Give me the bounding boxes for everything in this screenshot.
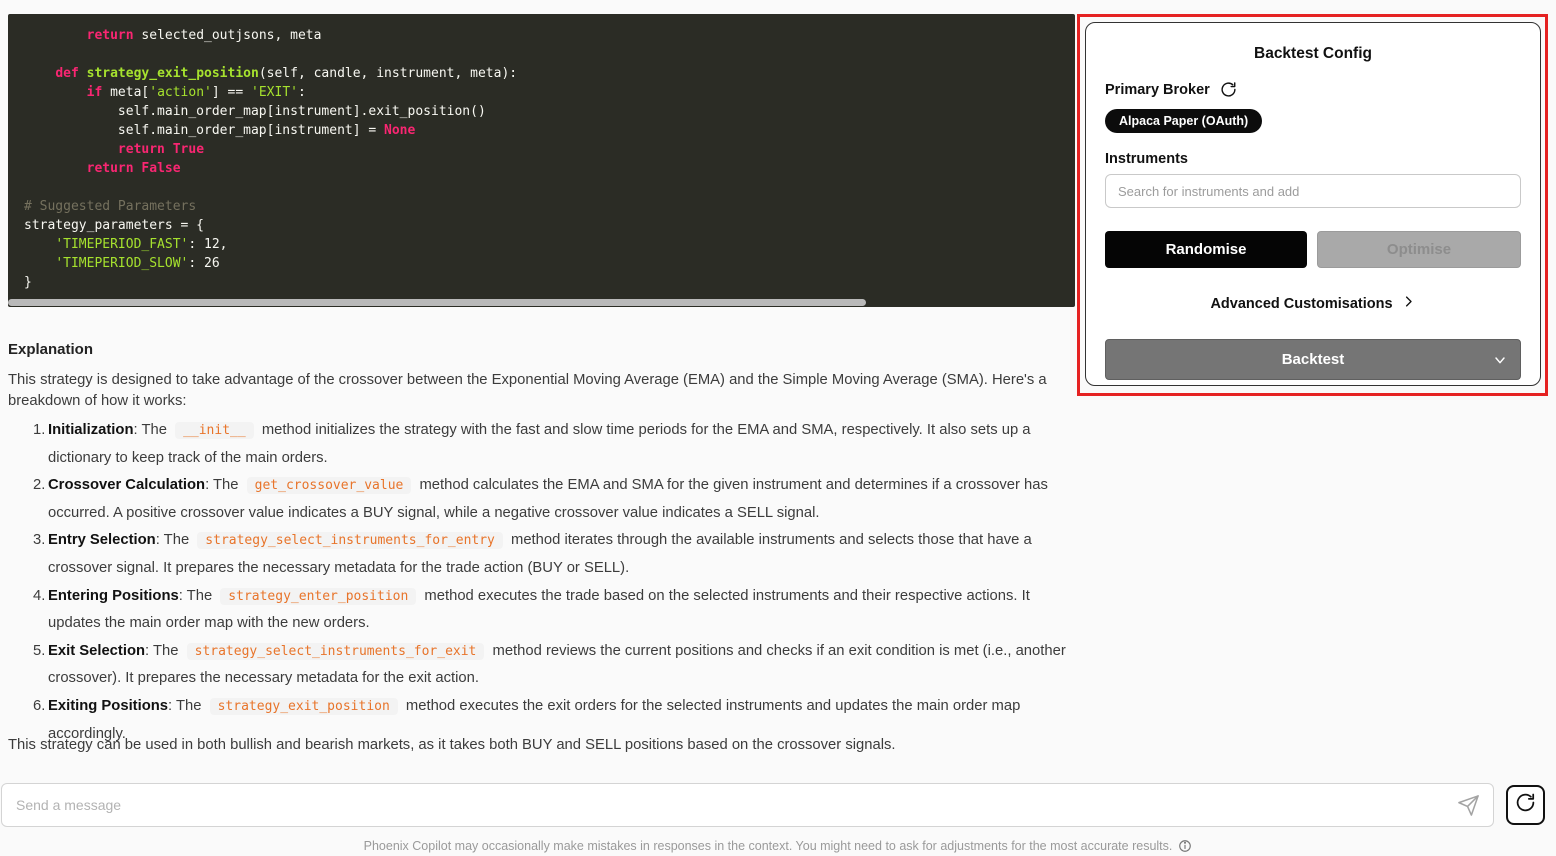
inline-code-chip: __init__ [175,422,254,439]
code-block: return selected_outjsons, meta def strat… [8,14,1075,307]
inline-code-chip: strategy_enter_position [220,588,416,605]
explanation-list-item: 2.Crossover Calculation: The get_crossov… [8,472,1066,527]
optimise-button[interactable]: Optimise [1317,231,1521,268]
explanation-list-item: 5.Exit Selection: The strategy_select_in… [8,638,1066,693]
list-item-term: Exiting Positions [48,698,168,714]
code-content: return selected_outjsons, meta def strat… [24,26,1075,292]
list-item-number: 2. [33,472,45,500]
inline-code-chip: get_crossover_value [247,477,412,494]
explanation-intro: This strategy is designed to take advant… [8,370,1066,411]
horizontal-scrollbar[interactable] [8,298,1075,307]
list-item-term: Crossover Calculation [48,477,205,493]
panel-title: Backtest Config [1105,45,1521,63]
list-item-term: Entry Selection [48,532,156,548]
instruments-label: Instruments [1105,151,1521,167]
randomise-button[interactable]: Randomise [1105,231,1307,268]
disclaimer-note: Phoenix Copilot may occasionally make mi… [0,839,1556,856]
list-item-number: 4. [33,583,45,611]
chevron-right-icon [1401,294,1416,314]
explanation-list: 1.Initialization: The __init__ method in… [8,417,1066,748]
list-item-number: 1. [33,417,45,445]
regenerate-button[interactable] [1506,785,1545,825]
explanation-list-item: 4.Entering Positions: The strategy_enter… [8,583,1066,638]
instruments-search-input[interactable] [1105,174,1521,208]
list-item-number: 5. [33,638,45,666]
scrollbar-thumb[interactable] [8,299,866,306]
refresh-icon[interactable] [1220,81,1237,98]
paper-plane-icon[interactable] [1457,794,1480,822]
primary-broker-label: Primary Broker [1105,82,1210,98]
inline-code-chip: strategy_select_instruments_for_entry [197,532,503,549]
disclaimer-text: Phoenix Copilot may occasionally make mi… [364,839,1173,853]
inline-code-chip: strategy_select_instruments_for_exit [187,643,485,660]
explanation-heading: Explanation [8,341,93,358]
refresh-icon [1515,792,1536,818]
advanced-customisations-label: Advanced Customisations [1210,296,1392,312]
message-input[interactable] [2,784,1493,826]
list-item-number: 3. [33,527,45,555]
list-item-term: Exit Selection [48,643,145,659]
info-circle-icon [1178,839,1192,856]
broker-badge[interactable]: Alpaca Paper (OAuth) [1105,109,1262,133]
explanation-list-item: 1.Initialization: The __init__ method in… [8,417,1066,472]
backtest-button-label: Backtest [1282,351,1345,368]
explanation-list-item: 3.Entry Selection: The strategy_select_i… [8,527,1066,582]
backtest-config-panel: Backtest Config Primary Broker Alpaca Pa… [1085,22,1541,386]
list-item-term: Entering Positions [48,588,179,604]
backtest-button[interactable]: Backtest [1105,339,1521,380]
message-composer [1,783,1494,827]
chevron-down-icon[interactable] [1492,352,1508,372]
list-item-number: 6. [33,693,45,721]
explanation-closing: This strategy can be used in both bullis… [8,737,1068,753]
advanced-customisations-link[interactable]: Advanced Customisations [1105,294,1521,314]
inline-code-chip: strategy_exit_position [210,698,398,715]
list-item-term: Initialization [48,422,134,438]
